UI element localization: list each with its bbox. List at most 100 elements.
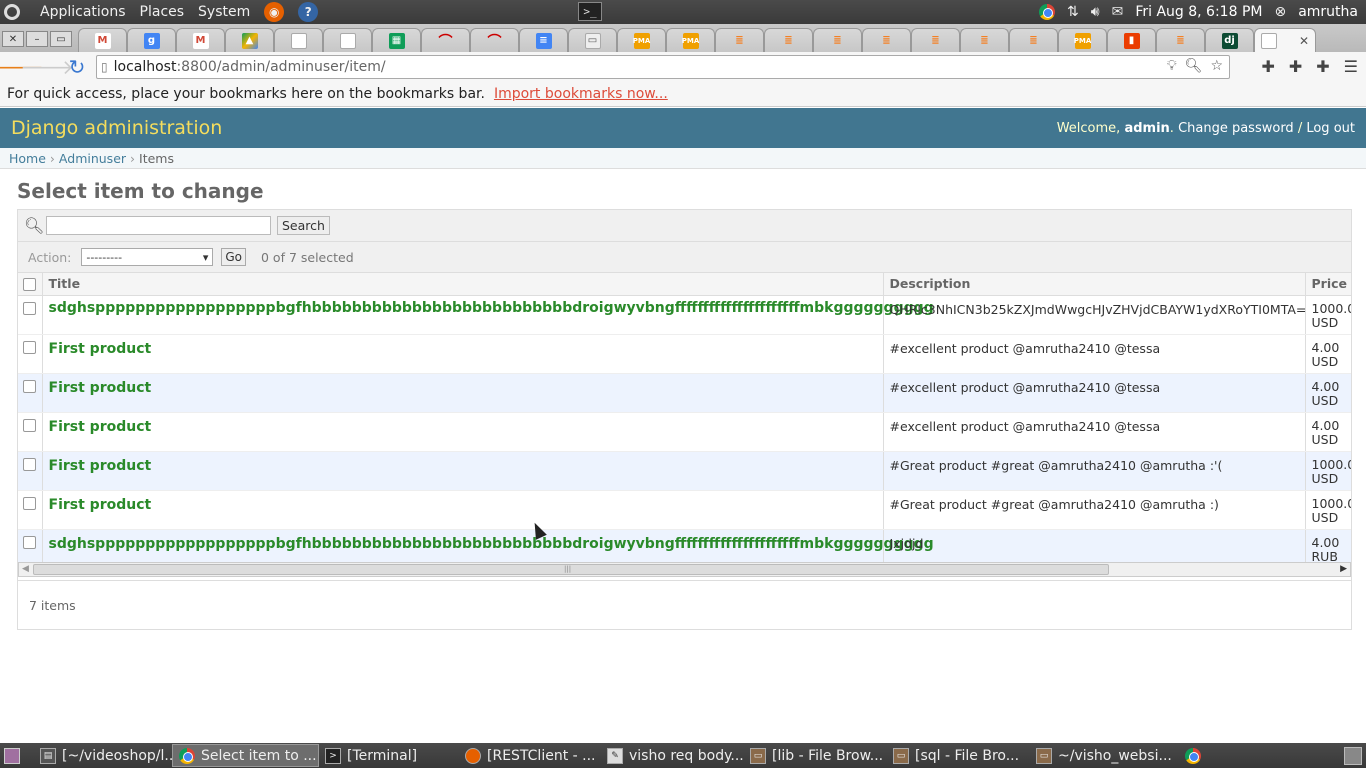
tab[interactable]: ⌒ [421,28,470,52]
chrome-tray-icon[interactable] [1039,4,1056,20]
extension-icon[interactable]: ✚ [1289,57,1302,76]
tab[interactable]: M [78,28,127,52]
gmail-icon: M [192,32,209,49]
taskbar-item[interactable]: [RESTClient - ... [459,744,601,767]
item-link[interactable]: First product [49,458,152,474]
row-checkbox[interactable] [23,496,37,510]
extension-icon[interactable]: ✚ [1316,57,1329,76]
breadcrumb-adminuser[interactable]: Adminuser [59,151,126,166]
row-checkbox[interactable] [23,301,37,315]
trash-icon[interactable] [1344,746,1362,765]
action-selected-value: --------- [86,250,123,264]
item-link[interactable]: sdghsppppppppppppppppppbgfhbbbbbbbbbbbbb… [49,536,934,552]
change-password-link[interactable]: Change password [1178,121,1294,136]
tab[interactable] [274,28,323,52]
row-checkbox[interactable] [23,340,37,354]
item-link[interactable]: First product [49,497,152,513]
search-button[interactable]: Search [277,216,330,235]
system-menu[interactable]: System [198,4,250,20]
tab[interactable]: ≣ [764,28,813,52]
import-bookmarks-link[interactable]: Import bookmarks now... [494,86,668,102]
help-launcher-icon[interactable]: ? [298,2,319,22]
reload-icon[interactable]: ↻ [64,54,90,80]
breadcrumb-home[interactable]: Home [9,151,46,166]
tab[interactable]: g [127,28,176,52]
address-bar[interactable]: ▯ localhost:8800/admin/adminuser/item/ 💡… [96,55,1230,79]
search-input[interactable] [46,216,271,235]
tab[interactable]: PMA [666,28,715,52]
tab[interactable]: ≣ [813,28,862,52]
places-menu[interactable]: Places [140,4,185,20]
horizontal-scrollbar[interactable]: ◀ ||| ▶ [18,562,1351,577]
column-header-description[interactable]: Description [882,273,1305,296]
row-checkbox[interactable] [23,418,37,432]
taskbar-item[interactable]: ▭ ~/visho_websi... [1030,744,1173,767]
tab[interactable]: ▭ [568,28,617,52]
row-checkbox[interactable] [23,535,37,549]
scroll-right-icon[interactable]: ▶ [1340,564,1347,574]
taskbar-item[interactable]: ▭ [lib - File Brow... [744,744,887,767]
tab[interactable]: ≣ [862,28,911,52]
firefox-launcher-icon[interactable]: ◉ [264,2,285,22]
taskbar-item[interactable]: ▭ [sql - File Bro... [887,744,1030,767]
tab[interactable]: PMA [617,28,666,52]
tab[interactable]: M [176,28,225,52]
tab[interactable]: ≣ [960,28,1009,52]
maximize-window-icon[interactable]: ▭ [50,31,72,47]
taskbar-item[interactable]: ✎ visho req body... [601,744,744,767]
terminal-launcher-icon[interactable]: >_ [578,2,602,21]
extension-icon[interactable]: ✚ [1261,57,1274,76]
item-link[interactable]: First product [49,380,152,396]
tab-active[interactable]: ✕ [1254,28,1316,52]
show-desktop-icon[interactable] [4,747,20,764]
tab[interactable]: ≣ [1009,28,1058,52]
grip-icon: ||| [564,565,572,573]
session-icon[interactable]: ⊗ [1274,4,1286,20]
tab[interactable]: ▲ [225,28,274,52]
mail-icon[interactable]: ✉ [1112,4,1124,20]
star-icon[interactable]: ☆ [1210,58,1223,74]
tab[interactable]: PMA [1058,28,1107,52]
forward-icon[interactable]: 🡒 [20,54,74,80]
row-checkbox[interactable] [23,457,37,471]
tab[interactable]: ≣ [1156,28,1205,52]
tab[interactable]: ⌒ [470,28,519,52]
column-header-title[interactable]: Title [41,273,883,296]
stack-icon: ≣ [882,35,891,46]
row-checkbox[interactable] [23,379,37,393]
action-select[interactable]: --------- ▾ [81,248,214,266]
tab[interactable] [323,28,372,52]
user-menu[interactable]: amrutha [1298,4,1358,20]
lightbulb-icon[interactable]: 💡︎ [1167,58,1177,74]
logout-link[interactable]: Log out [1306,121,1355,136]
go-button[interactable]: Go [221,248,246,266]
tab[interactable]: ▮ [1107,28,1156,52]
tab[interactable]: ≣ [911,28,960,52]
item-link[interactable]: First product [49,419,152,435]
taskbar-item[interactable] [1173,744,1213,767]
scroll-left-icon[interactable]: ◀ [22,564,29,574]
tab[interactable]: ≡ [519,28,568,52]
taskbar-item[interactable]: ▤ [~/videoshop/l... [34,744,172,767]
select-all-checkbox[interactable] [23,278,37,292]
close-window-icon[interactable]: ✕ [2,31,24,47]
item-link[interactable]: First product [49,341,152,357]
taskbar-item-active[interactable]: Select item to ... [172,744,319,767]
tab[interactable]: ≣ [715,28,764,52]
network-icon[interactable]: ⇅ [1067,4,1079,20]
zoom-icon[interactable]: 🔍︎ [1185,58,1203,74]
clock[interactable]: Fri Aug 8, 6:18 PM [1135,4,1262,20]
ubuntu-logo-icon[interactable] [4,4,20,20]
taskbar-item[interactable]: > [Terminal] [319,744,459,767]
tab[interactable]: ▦ [372,28,421,52]
item-link[interactable]: sdghsppppppppppppppppppbgfhbbbbbbbbbbbbb… [49,300,934,316]
applications-menu[interactable]: Applications [40,4,126,20]
tab[interactable]: dj [1205,28,1254,52]
volume-icon[interactable]: 🔊︎ [1091,4,1100,20]
column-header-price[interactable]: Price [1304,273,1351,296]
minimize-window-icon[interactable]: – [26,31,48,47]
table-row: First product #excellent product @amruth… [18,412,1351,452]
chrome-menu-icon[interactable]: ☰ [1344,57,1358,76]
site-brand[interactable]: Django administration [11,117,222,139]
close-tab-icon[interactable]: ✕ [1299,34,1309,48]
